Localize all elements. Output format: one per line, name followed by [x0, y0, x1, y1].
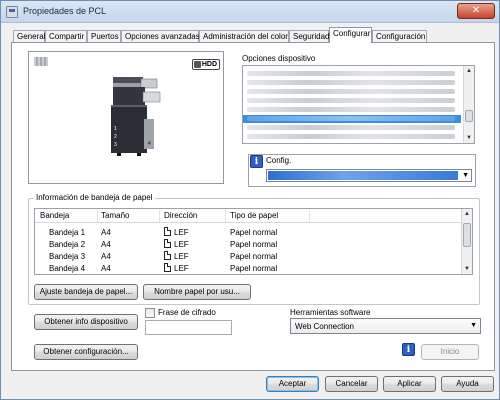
passphrase-label[interactable]: Frase de cifrado — [158, 308, 216, 317]
column-header-tray[interactable]: Bandeja — [40, 211, 69, 220]
software-tools-selected: Web Connection — [295, 322, 354, 331]
tray-number-3: 3 — [114, 142, 117, 148]
title-bar[interactable]: Propiedades de PCL ✕ — [1, 1, 499, 23]
list-item[interactable] — [243, 70, 461, 78]
size-cell: A4 — [101, 264, 111, 273]
config-label: Config. — [266, 156, 292, 165]
tray-info-title: Información de bandeja de papel — [34, 193, 155, 202]
info-icon: i — [402, 343, 415, 356]
adjust-paper-tray-button[interactable]: Ajuste bandeja de papel... — [34, 284, 138, 300]
custom-paper-name-button[interactable]: Nombre papel por usu... — [143, 284, 251, 300]
size-cell: A4 — [101, 228, 111, 237]
tray-table-scrollbar[interactable]: ▲ ▼ — [461, 209, 472, 274]
list-item[interactable] — [243, 124, 461, 132]
close-window-button[interactable]: ✕ — [457, 3, 495, 19]
list-item[interactable] — [243, 106, 461, 114]
scrollbar-thumb[interactable] — [465, 110, 473, 122]
device-preview: HDD 1 2 3 4 — [28, 51, 224, 184]
column-header-direction[interactable]: Dirección — [164, 211, 197, 220]
paper-type-cell: Papel normal — [230, 240, 278, 249]
get-configuration-button[interactable]: Obtener configuración... — [34, 344, 138, 360]
tray-cell: Bandeja 2 — [49, 240, 86, 249]
list-item[interactable] — [243, 79, 461, 87]
config-selected-value — [268, 171, 458, 180]
paper-type-cell: Papel normal — [230, 264, 278, 273]
hdd-badge: HDD — [191, 59, 220, 70]
tab-configurar[interactable]: Configurar — [329, 27, 372, 43]
list-item-selected[interactable] — [243, 115, 461, 123]
direction-cell: LEF — [174, 264, 189, 273]
passphrase-checkbox[interactable] — [145, 308, 155, 318]
tray-number-1: 1 — [114, 126, 117, 132]
table-header: Bandeja Tamaño Dirección Tipo de papel — [35, 209, 462, 223]
apply-button[interactable]: Aplicar — [383, 376, 436, 392]
config-select[interactable]: ▼ — [266, 169, 472, 182]
list-item[interactable] — [243, 88, 461, 96]
direction-cell: LEF — [174, 252, 189, 261]
scrollbar-thumb[interactable] — [463, 223, 471, 247]
tray-cell: Bandeja 3 — [49, 252, 86, 261]
software-tools-label: Herramientas software — [290, 308, 371, 317]
paper-type-cell: Papel normal — [230, 228, 278, 237]
info-icon: i — [250, 155, 263, 168]
table-row[interactable]: Bandeja 4 A4 LEF Papel normal — [35, 262, 462, 274]
column-header-size[interactable]: Tamaño — [101, 211, 129, 220]
properties-window: Propiedades de PCL ✕ General Compartir P… — [0, 0, 500, 400]
tray-number-2: 2 — [114, 134, 117, 140]
device-options-label: Opciones dispositivo — [242, 54, 316, 63]
software-tools-select[interactable]: Web Connection ▼ — [290, 318, 481, 334]
printer-illustration: 1 2 3 4 — [111, 77, 161, 156]
scroll-up-icon[interactable]: ▲ — [462, 209, 472, 219]
paper-orientation-icon — [164, 227, 171, 236]
ok-button[interactable]: Aceptar — [266, 376, 319, 392]
list-item[interactable] — [243, 133, 461, 141]
start-button[interactable]: Inicio — [421, 344, 479, 360]
list-item[interactable] — [243, 97, 461, 105]
help-button[interactable]: Ayuda — [441, 376, 494, 392]
paper-orientation-icon — [164, 251, 171, 260]
hdd-badge-label: HDD — [201, 61, 217, 68]
scroll-down-icon[interactable]: ▼ — [462, 264, 472, 274]
paper-orientation-icon — [164, 239, 171, 248]
window-title: Propiedades de PCL — [23, 6, 107, 16]
device-thumbnail-icon — [34, 57, 48, 66]
table-row[interactable]: Bandeja 2 A4 LEF Papel normal — [35, 238, 462, 250]
size-cell: A4 — [101, 252, 111, 261]
tray-cell: Bandeja 4 — [49, 264, 86, 273]
get-device-info-button[interactable]: Obtener info dispositivo — [34, 314, 138, 330]
device-options-scrollbar[interactable]: ▲ ▼ — [463, 66, 474, 143]
scroll-down-icon[interactable]: ▼ — [464, 133, 474, 143]
table-row[interactable]: Bandeja 3 A4 LEF Papel normal — [35, 250, 462, 262]
paper-orientation-icon — [164, 263, 171, 272]
output-number-4: 4 — [148, 141, 151, 147]
hdd-icon — [193, 61, 201, 68]
cancel-button[interactable]: Cancelar — [325, 376, 378, 392]
tray-cell: Bandeja 1 — [49, 228, 86, 237]
passphrase-input[interactable] — [145, 320, 232, 335]
column-header-paper-type[interactable]: Tipo de papel — [230, 211, 278, 220]
printer-app-icon — [6, 6, 18, 18]
direction-cell: LEF — [174, 228, 189, 237]
chevron-down-icon[interactable]: ▼ — [462, 172, 469, 180]
device-options-list[interactable]: ▲ ▼ — [242, 65, 475, 144]
table-row[interactable]: Bandeja 1 A4 LEF Papel normal — [35, 226, 462, 238]
chevron-down-icon[interactable]: ▼ — [470, 322, 477, 329]
direction-cell: LEF — [174, 240, 189, 249]
size-cell: A4 — [101, 240, 111, 249]
tray-table[interactable]: Bandeja Tamaño Dirección Tipo de papel B… — [34, 208, 473, 275]
paper-type-cell: Papel normal — [230, 252, 278, 261]
scroll-up-icon[interactable]: ▲ — [464, 66, 474, 76]
